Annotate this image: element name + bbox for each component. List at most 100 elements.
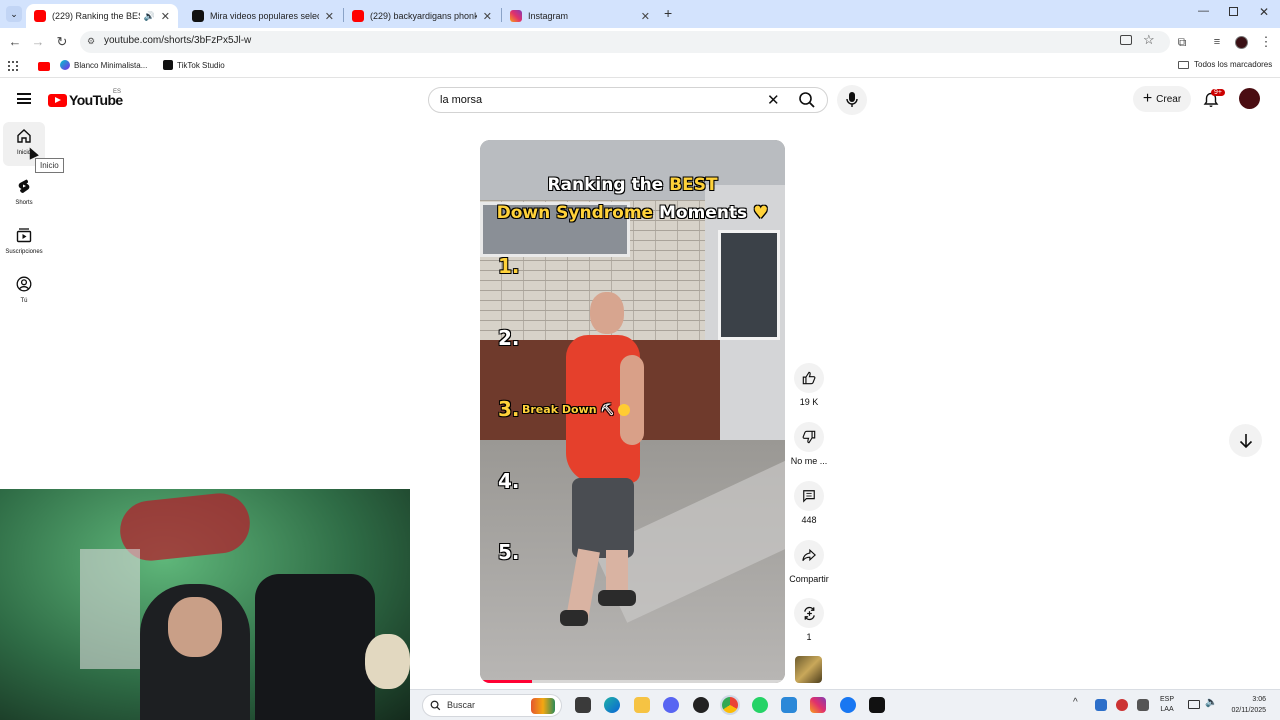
sidebar-item-you[interactable]: Tú [3,270,45,314]
video-side-window [718,230,780,340]
taskbar-search[interactable]: Buscar [422,694,562,717]
all-bookmarks[interactable]: Todos los marcadores [1178,60,1272,69]
new-tab-button[interactable]: + [664,5,672,21]
remix-count: 1 [806,632,812,642]
remix-action[interactable]: 1 [792,598,826,642]
share-action[interactable]: Compartir [789,540,829,584]
browser-tab-ranking[interactable]: (229) Ranking the BEST Do 🔊 ✕ [26,4,178,28]
site-info-icon[interactable]: ⚙ [87,36,98,47]
back-button[interactable]: ← [5,32,25,52]
browser-tab-instagram[interactable]: Instagram ✕ [502,4,658,28]
close-window-button[interactable]: ✕ [1259,5,1269,19]
account-avatar[interactable] [1239,88,1260,109]
youtube-logo[interactable]: YouTube [48,92,123,108]
hammer-icon: ⛏ [600,403,615,416]
browser-menu-icon[interactable]: ⋮ [1256,32,1276,52]
like-count: 19 K [799,397,819,407]
voice-search-button[interactable] [837,85,867,115]
share-button[interactable] [794,540,824,570]
search-box[interactable]: la morsa ✕ [428,87,828,113]
sidebar-label: Shorts [15,200,33,206]
speaker-icon[interactable]: 🔊 [144,11,155,22]
video-person-shoe [598,590,636,606]
close-tab-icon[interactable]: ✕ [325,10,334,23]
omnibox[interactable]: ⚙ youtube.com/shorts/3bFzPx5Jl-w ☆ [80,31,1170,53]
close-tab-icon[interactable]: ✕ [641,10,650,23]
reload-button[interactable]: ↻ [52,32,72,52]
edge-icon[interactable] [604,697,620,713]
tray-app-icon[interactable] [1137,699,1149,711]
install-app-icon[interactable] [1120,35,1132,45]
close-tab-icon[interactable]: ✕ [483,10,492,23]
hamburger-menu-icon[interactable] [17,93,31,104]
like-action[interactable]: 19 K [792,363,826,407]
search-icon [430,700,441,711]
discord-icon[interactable] [663,697,679,713]
clock[interactable]: 3:06 02/11/2025 [1220,694,1266,716]
dislike-label: No me ... [790,456,828,466]
video-progress-track[interactable] [480,680,785,683]
browser-tab-backyardigans[interactable]: (229) backyardigans phonk - Yo ✕ [344,4,500,28]
share-arrow-icon [802,548,816,562]
snipping-tool-icon[interactable] [781,697,797,713]
bookmarks-bar: Blanco Minimalista... TikTok Studio Todo… [0,56,1280,78]
shorts-video-player[interactable]: Ranking the BEST Down Syndrome Moments ♥… [480,140,785,683]
youtube-bookmark-icon[interactable] [38,62,50,71]
comments-button[interactable] [794,481,824,511]
chrome-icon[interactable] [722,697,738,713]
profile-avatar[interactable] [1235,36,1248,49]
create-button[interactable]: + Crear [1133,86,1191,112]
app-icon[interactable] [693,697,709,713]
bookmark-tiktok-studio[interactable]: TikTok Studio [163,60,225,70]
tiktok-icon[interactable] [869,697,885,713]
remix-icon [803,606,815,620]
windows-taskbar: Buscar ^ ESP LAA 🔈 3:06 02/11/2025 [410,689,1280,720]
instagram-icon[interactable] [810,697,826,713]
next-video-button[interactable] [1229,424,1262,457]
ranking-number-4: 4. [498,469,520,493]
url-text[interactable]: youtube.com/shorts/3bFzPx5Jl-w [104,35,251,46]
volume-icon[interactable]: 🔈 [1205,697,1217,708]
like-button[interactable] [794,363,824,393]
ranking-number-5: 5. [498,540,520,564]
restore-button[interactable] [1229,7,1238,16]
task-view-icon[interactable] [575,697,591,713]
search-icon [799,92,815,108]
comments-action[interactable]: 448 [792,481,826,525]
tray-app-icon[interactable] [1095,699,1107,711]
file-explorer-icon[interactable] [634,697,650,713]
thumbs-down-icon [802,430,816,444]
youtube-play-icon [48,93,67,107]
search-button[interactable] [788,87,826,113]
youtube-header: YouTube ES la morsa ✕ + Crear 9+ [0,80,1280,118]
extensions-icon[interactable]: ⧉ [1172,32,1192,52]
clear-search-icon[interactable]: ✕ [767,91,780,109]
media-control-icon[interactable]: ≡ [1207,32,1227,52]
face-emoji-icon [618,404,631,416]
ranking-number-1: 1. [498,254,520,278]
bookmark-star-icon[interactable]: ☆ [1143,32,1155,48]
remix-button[interactable] [794,598,824,628]
sidebar-item-shorts[interactable]: Shorts [3,172,45,216]
facebook-icon[interactable] [840,697,856,713]
notifications-button[interactable]: 9+ [1201,88,1225,110]
show-hidden-icons[interactable]: ^ [1073,697,1078,708]
dislike-action[interactable]: No me ... [791,422,827,466]
tray-app-icon[interactable] [1116,699,1128,711]
search-input[interactable]: la morsa [440,94,482,106]
browser-tab-tiktok[interactable]: Mira videos populares seleccio ✕ [184,4,342,28]
apps-grid-icon[interactable] [8,61,18,71]
all-bookmarks-label: Todos los marcadores [1194,60,1273,69]
whatsapp-icon[interactable] [752,697,768,713]
network-icon[interactable] [1188,700,1200,709]
audio-thumbnail[interactable] [795,656,822,683]
tab-search-chevron-icon[interactable]: ⌄ [6,6,22,22]
tab-title: Instagram [528,11,569,21]
dislike-button[interactable] [794,422,824,452]
language-indicator[interactable]: ESP LAA [1160,695,1174,715]
bookmark-blanco[interactable]: Blanco Minimalista... [60,60,147,70]
close-tab-icon[interactable]: ✕ [161,10,170,23]
sidebar-item-subscriptions[interactable]: Suscripciones [3,221,45,265]
minimize-button[interactable]: — [1198,5,1209,17]
forward-button[interactable]: → [28,32,48,52]
